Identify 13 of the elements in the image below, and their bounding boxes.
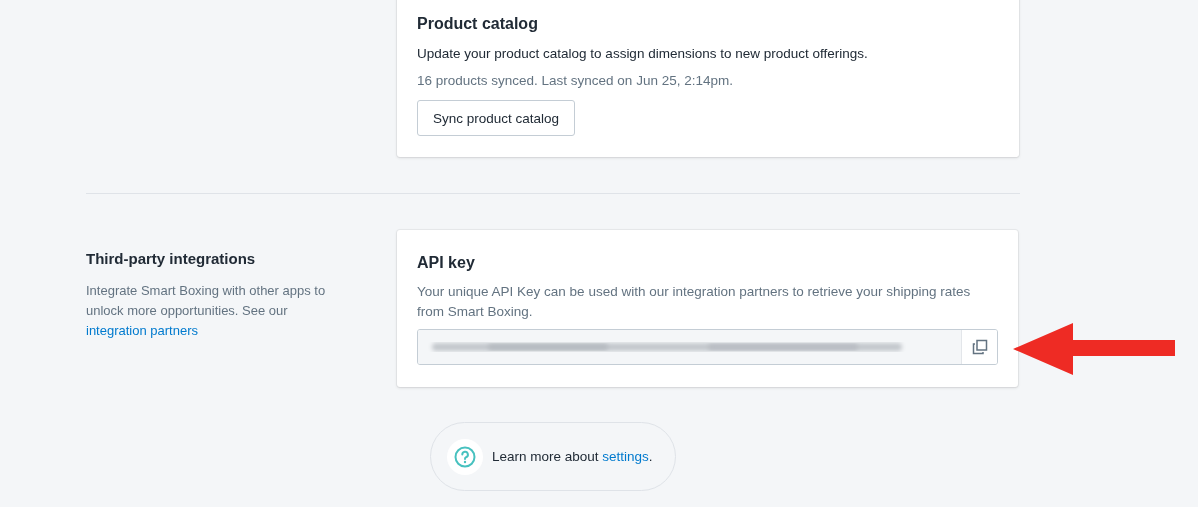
card-description: Update your product catalog to assign dimensions to new product offerings. bbox=[417, 45, 869, 63]
sync-status: 16 products synced. Last synced on Jun 25, 2:14pm. bbox=[417, 72, 734, 90]
card-title: Product catalog bbox=[417, 14, 539, 34]
integration-partners-link[interactable]: integration partners bbox=[86, 323, 198, 338]
help-icon bbox=[447, 438, 483, 475]
section-description: Integrate Smart Boxing with other apps to unlock more opportunities. See our integration partners bbox=[86, 282, 327, 340]
arrow-icon bbox=[1013, 323, 1175, 375]
sync-button[interactable]: Sync product catalog bbox=[417, 100, 576, 136]
section-title: Third-party integrations bbox=[86, 249, 257, 269]
help-text: Learn more about settings. bbox=[492, 449, 653, 464]
card-title: API key bbox=[417, 253, 476, 273]
settings-link[interactable]: settings bbox=[602, 449, 649, 464]
card-description: Your unique API Key can be used with our integration partners to retrieve your shipping rates from Smart Boxing. bbox=[417, 283, 972, 321]
